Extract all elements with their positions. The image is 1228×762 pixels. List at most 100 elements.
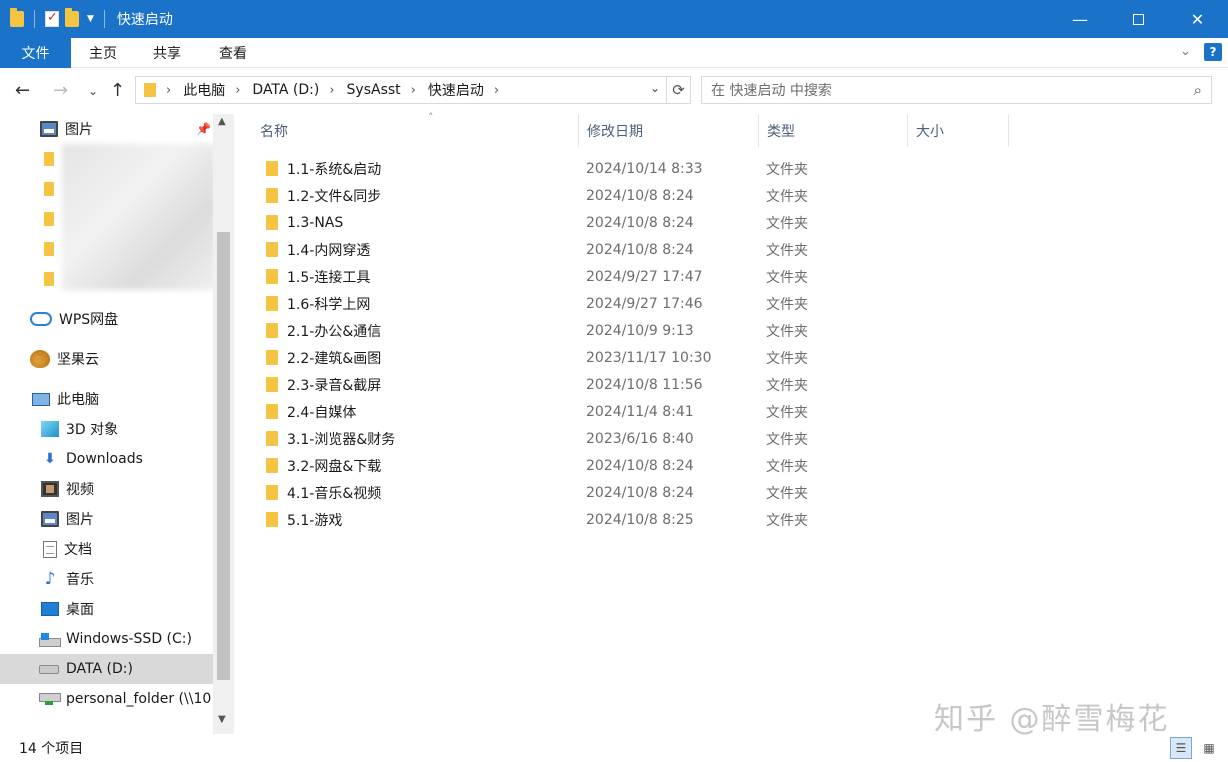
- tab-home[interactable]: 主页: [71, 38, 135, 68]
- file-row[interactable]: 2.1-办公&通信 2024/10/9 9:13 文件夹: [252, 317, 1228, 344]
- sidebar-item-label: 3D 对象: [66, 422, 119, 438]
- chevron-right-icon[interactable]: ›: [166, 83, 171, 98]
- breadcrumb-this-pc[interactable]: 此电脑: [183, 80, 225, 100]
- search-icon[interactable]: ⌕: [1194, 81, 1202, 99]
- file-row[interactable]: 3.1-浏览器&财务 2023/6/16 8:40 文件夹: [252, 425, 1228, 452]
- sidebar-item-label: personal_folder (\\10: [66, 691, 212, 707]
- column-header-date[interactable]: 修改日期: [579, 114, 759, 147]
- item-count: 14 个项目: [19, 741, 84, 757]
- file-type: 文件夹: [766, 431, 808, 448]
- file-row[interactable]: 1.5-连接工具 2024/9/27 17:47 文件夹: [252, 263, 1228, 290]
- sidebar-item-pictures[interactable]: 图片: [0, 504, 213, 534]
- sidebar-item-music[interactable]: ♪ 音乐: [0, 564, 213, 594]
- folder-icon: [44, 242, 54, 256]
- details-view-button[interactable]: ☰: [1170, 737, 1192, 759]
- file-row[interactable]: 2.3-录音&截屏 2024/10/8 11:56 文件夹: [252, 371, 1228, 398]
- file-list: 名称 ˄ 修改日期 类型 大小 1.1-系统&启动 2024/10/14 8:33…: [234, 111, 1228, 734]
- sidebar-item-documents[interactable]: 文档: [0, 534, 213, 564]
- file-row[interactable]: 1.2-文件&同步 2024/10/8 8:24 文件夹: [252, 182, 1228, 209]
- file-row[interactable]: 1.4-内网穿透 2024/10/8 8:24 文件夹: [252, 236, 1228, 263]
- column-header-type[interactable]: 类型: [759, 114, 908, 147]
- music-icon: ♪: [44, 569, 56, 589]
- recent-locations-dropdown[interactable]: ⌄: [88, 84, 98, 98]
- forward-button[interactable]: →: [53, 80, 68, 101]
- scrollbar-thumb[interactable]: [217, 232, 230, 680]
- folder-icon: [266, 404, 278, 419]
- sidebar-item-jianguoyun[interactable]: 坚果云: [0, 344, 213, 374]
- column-header-name[interactable]: 名称 ˄: [252, 111, 579, 147]
- drive-icon: [39, 664, 59, 674]
- file-name: 1.1-系统&启动: [287, 161, 382, 178]
- tab-share[interactable]: 共享: [135, 38, 199, 68]
- watermark: 知乎 @醉雪梅花: [934, 702, 1170, 737]
- file-row[interactable]: 1.3-NAS 2024/10/8 8:24 文件夹: [252, 209, 1228, 236]
- blurred-quick-access-items: [62, 144, 216, 290]
- sidebar-item-desktop[interactable]: 桌面: [0, 594, 213, 624]
- file-name: 1.3-NAS: [287, 214, 344, 231]
- file-row[interactable]: 2.2-建筑&画图 2023/11/17 10:30 文件夹: [252, 344, 1228, 371]
- file-row[interactable]: 3.2-网盘&下载 2024/10/8 8:24 文件夹: [252, 452, 1228, 479]
- sidebar-item-3d-objects[interactable]: 3D 对象: [0, 414, 213, 444]
- file-date: 2024/10/14 8:33: [586, 160, 703, 177]
- sidebar-item-downloads[interactable]: ⬇ Downloads: [0, 444, 213, 474]
- chevron-right-icon[interactable]: ›: [411, 83, 416, 98]
- file-name: 1.6-科学上网: [287, 296, 371, 313]
- tab-file[interactable]: 文件: [0, 38, 71, 68]
- file-date: 2024/10/9 9:13: [586, 322, 694, 339]
- breadcrumb-data-drive[interactable]: DATA (D:): [252, 82, 319, 98]
- chevron-up-icon[interactable]: ▲: [218, 116, 226, 127]
- sidebar-item-this-pc[interactable]: 此电脑: [0, 384, 213, 414]
- file-type: 文件夹: [766, 242, 808, 259]
- minimize-button[interactable]: —: [1051, 0, 1109, 38]
- title-bar: ▼ 快速启动 — ✕: [0, 0, 1228, 38]
- tab-view[interactable]: 查看: [199, 38, 267, 68]
- breadcrumb-current[interactable]: 快速启动: [428, 80, 484, 100]
- file-name: 1.5-连接工具: [287, 269, 371, 286]
- folder-icon: [266, 242, 278, 257]
- close-button[interactable]: ✕: [1167, 0, 1228, 38]
- chevron-right-icon[interactable]: ›: [494, 83, 499, 98]
- computer-icon: [32, 392, 50, 406]
- file-row[interactable]: 2.4-自媒体 2024/11/4 8:41 文件夹: [252, 398, 1228, 425]
- sidebar-item-videos[interactable]: 视频: [0, 474, 213, 504]
- large-icons-view-button[interactable]: ▦: [1198, 737, 1220, 759]
- new-folder-icon[interactable]: [65, 8, 79, 27]
- file-row[interactable]: 1.6-科学上网 2024/9/27 17:46 文件夹: [252, 290, 1228, 317]
- file-type: 文件夹: [766, 350, 808, 367]
- chevron-right-icon[interactable]: ›: [329, 83, 334, 98]
- properties-icon[interactable]: [45, 10, 59, 27]
- breadcrumb-sysasst[interactable]: SysAsst: [347, 82, 401, 98]
- sidebar-item-label: 视频: [66, 482, 94, 498]
- customize-toolbar-dropdown-icon[interactable]: ▼: [87, 14, 94, 24]
- file-row[interactable]: 5.1-游戏 2024/10/8 8:25 文件夹: [252, 506, 1228, 533]
- file-type: 文件夹: [766, 485, 808, 502]
- file-name: 2.3-录音&截屏: [287, 377, 382, 394]
- help-button[interactable]: ?: [1204, 43, 1222, 61]
- sort-ascending-icon: ˄: [428, 111, 434, 124]
- sidebar-item-d-drive[interactable]: DATA (D:): [0, 654, 213, 684]
- column-header-size[interactable]: 大小: [908, 114, 1009, 147]
- sidebar-item-label: WPS网盘: [59, 312, 119, 328]
- file-row[interactable]: 1.1-系统&启动 2024/10/14 8:33 文件夹: [252, 155, 1228, 182]
- sidebar-item-network-folder[interactable]: personal_folder (\\10: [0, 684, 213, 714]
- sidebar-item-c-drive[interactable]: Windows-SSD (C:): [0, 624, 213, 654]
- file-type: 文件夹: [766, 269, 808, 286]
- sidebar-item-label: Downloads: [66, 451, 143, 467]
- refresh-button[interactable]: ⟳: [667, 76, 691, 104]
- back-button[interactable]: ←: [15, 80, 30, 101]
- address-bar[interactable]: › 此电脑 › DATA (D:) › SysAsst › 快速启动 › ⌄: [135, 76, 667, 104]
- address-history-dropdown[interactable]: ⌄: [650, 81, 660, 95]
- sidebar-item-pictures-quick[interactable]: 图片 📌: [0, 114, 213, 144]
- sidebar-scrollbar[interactable]: ▲ ▼: [213, 114, 234, 734]
- file-type: 文件夹: [766, 512, 808, 529]
- up-button[interactable]: ↑: [110, 80, 125, 101]
- file-date: 2024/10/8 8:24: [586, 187, 694, 204]
- search-input[interactable]: 在 快速启动 中搜索 ⌕: [701, 76, 1212, 104]
- sidebar-item-wps-drive[interactable]: WPS网盘: [0, 304, 213, 334]
- chevron-down-icon[interactable]: ▼: [218, 714, 226, 725]
- expand-ribbon-icon[interactable]: ⌄: [1180, 44, 1191, 59]
- chevron-right-icon[interactable]: ›: [235, 83, 240, 98]
- file-row[interactable]: 4.1-音乐&视频 2024/10/8 8:24 文件夹: [252, 479, 1228, 506]
- maximize-button[interactable]: [1109, 0, 1167, 38]
- file-date: 2024/10/8 8:24: [586, 214, 694, 231]
